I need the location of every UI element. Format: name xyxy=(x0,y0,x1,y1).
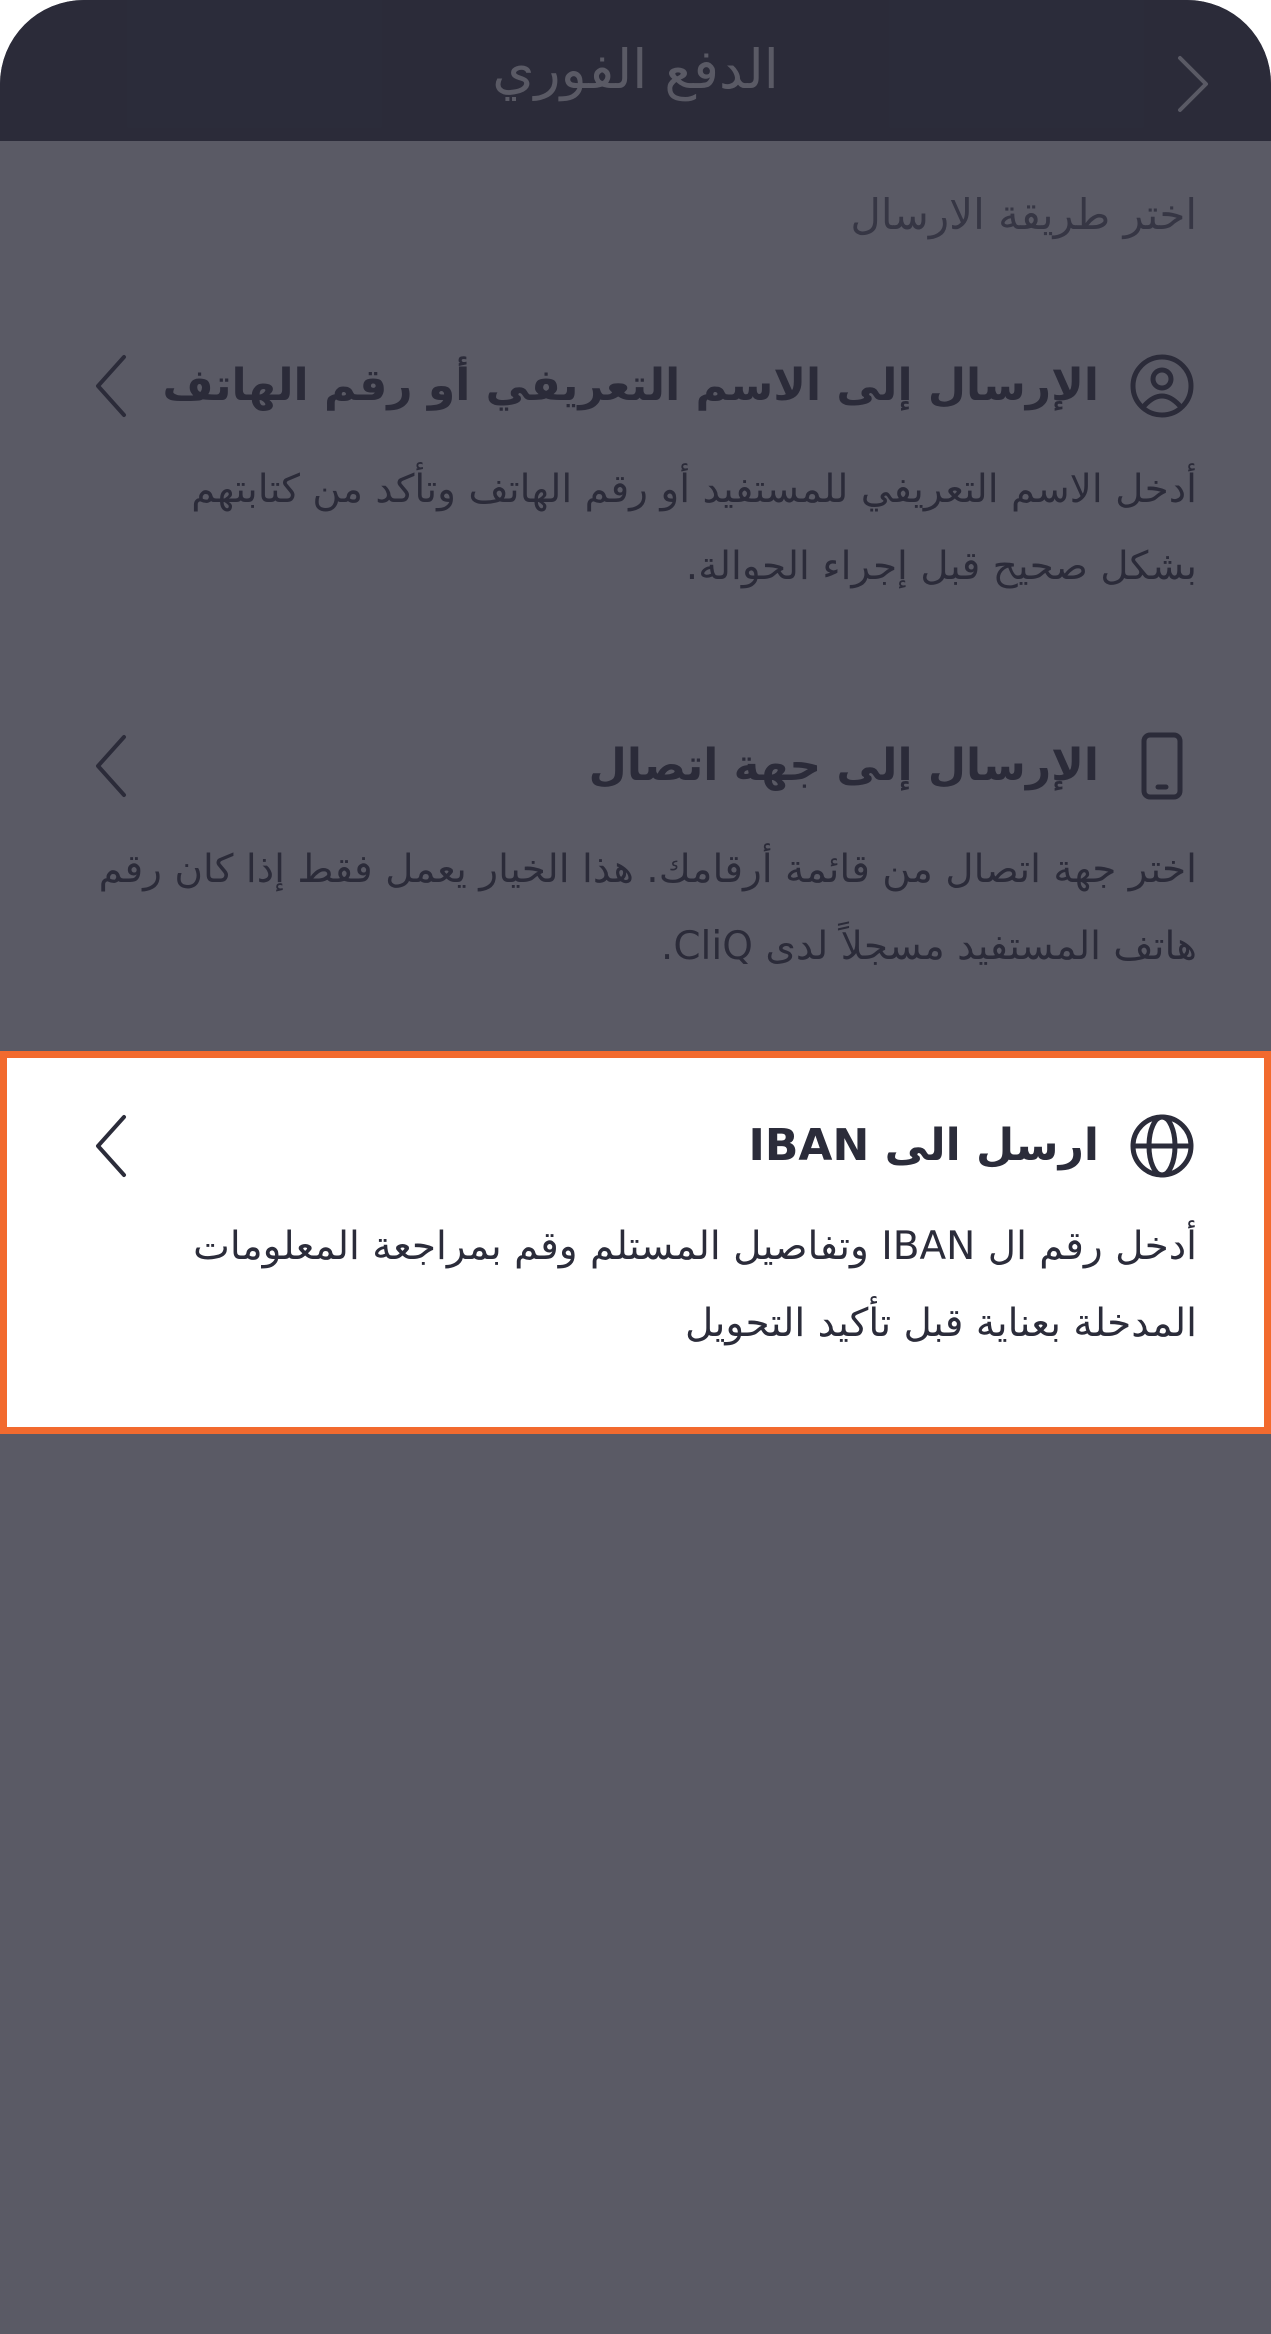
option-send-alias[interactable]: الإرسال إلى الاسم التعريفي أو رقم الهاتف… xyxy=(0,311,1271,611)
chevron-left-icon[interactable] xyxy=(90,351,134,421)
option-title: ارسل الى IBAN xyxy=(748,1120,1099,1171)
option-description: أدخل الاسم التعريفي للمستفيد أو رقم الها… xyxy=(191,467,1197,589)
chevron-left-icon[interactable] xyxy=(90,731,134,801)
chevron-left-icon[interactable] xyxy=(90,1111,134,1181)
option-title: الإرسال إلى جهة اتصال xyxy=(588,740,1099,791)
chevron-right-icon[interactable] xyxy=(1160,52,1224,116)
option-send-iban[interactable]: ارسل الى IBAN أدخل رقم ال IBAN وتفاصيل ا… xyxy=(0,1051,1271,1434)
option-description: اختر جهة اتصال من قائمة أرقامك. هذا الخي… xyxy=(98,847,1197,969)
option-description: أدخل رقم ال IBAN وتفاصيل المستلم وقم بمر… xyxy=(193,1224,1197,1346)
globe-icon xyxy=(1130,1114,1194,1178)
user-circle-icon xyxy=(1130,354,1194,418)
option-title: الإرسال إلى الاسم التعريفي أو رقم الهاتف xyxy=(162,360,1099,411)
header: الدفع الفوري xyxy=(0,0,1271,141)
smartphone-icon xyxy=(1141,732,1183,800)
section-title: اختر طريقة الارسال xyxy=(850,190,1197,239)
screen: الدفع الفوري اختر طريقة الارسال الإرسال … xyxy=(0,0,1271,2334)
option-send-contact[interactable]: الإرسال إلى جهة اتصال اختر جهة اتصال من … xyxy=(0,691,1271,991)
page-title: الدفع الفوري xyxy=(492,38,779,101)
